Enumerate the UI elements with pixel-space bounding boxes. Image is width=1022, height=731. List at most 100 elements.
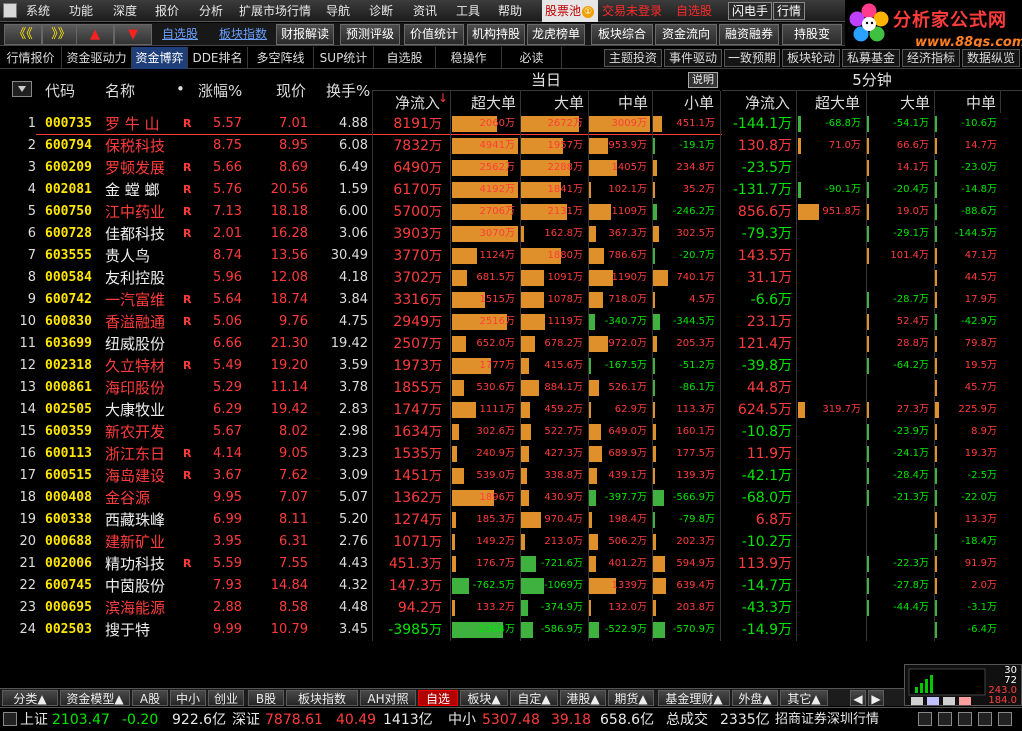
table-row[interactable]: 12 002318 久立特材 R 5.49 19.20 3.59 1973万 -39.8万 177… — [0, 355, 1022, 377]
stock-code[interactable]: 600742 — [45, 289, 92, 311]
subtab[interactable]: DDE排名 — [188, 47, 248, 69]
subtab[interactable]: 稳操作 — [436, 47, 502, 69]
market-tab[interactable]: 基金理财▲ — [658, 690, 730, 706]
subtab[interactable]: 资金驱动力 — [62, 47, 132, 69]
market-tab[interactable]: 自选 — [418, 690, 458, 706]
sz-label[interactable]: 深证 — [232, 710, 260, 730]
stock-name[interactable]: 西藏珠峰 — [105, 509, 165, 531]
market-tab[interactable]: 创业 — [208, 690, 244, 706]
app-icon[interactable] — [3, 3, 17, 18]
status-menu-icon[interactable] — [3, 712, 17, 726]
stock-name[interactable]: 新农开发 — [105, 421, 165, 443]
menu-item[interactable]: 分析 — [199, 0, 223, 22]
menu-item[interactable]: 功能 — [69, 0, 93, 22]
subtab-right[interactable]: 一致预期 — [724, 49, 780, 67]
col-header-5min[interactable]: 超大单 — [794, 92, 864, 113]
market-tab[interactable]: 资金模型▲ — [60, 690, 130, 706]
sme-label[interactable]: 中小 — [448, 710, 476, 730]
toolbar-button[interactable]: 板块综合 — [591, 24, 653, 45]
stock-name[interactable]: 金谷源 — [105, 487, 150, 509]
stock-code[interactable]: 002006 — [45, 553, 92, 575]
stock-name[interactable]: 久立特材 — [105, 355, 165, 377]
menu-item[interactable]: 报价 — [155, 0, 179, 22]
table-row[interactable]: 20 000688 建新矿业 3.95 6.31 2.76 1071万 -10.2万 149.2… — [0, 531, 1022, 553]
stock-code[interactable]: 002503 — [45, 619, 92, 641]
table-row[interactable]: 16 600113 浙江东日 R 4.14 9.05 3.23 1535万 11.9万 240.9… — [0, 443, 1022, 465]
menu-item[interactable]: 帮助 — [498, 0, 522, 22]
table-row[interactable]: 9 600742 一汽富维 R 5.64 18.74 3.84 3316万 -6.6万 1515万… — [0, 289, 1022, 311]
toolbar-button[interactable]: 机构持股 — [467, 24, 525, 45]
subtab[interactable]: SUP统计 — [314, 47, 374, 69]
message-icon[interactable] — [938, 712, 952, 726]
scroll-right-icon[interactable]: ▶ — [868, 690, 884, 706]
stock-code[interactable]: 000695 — [45, 597, 92, 619]
subtab[interactable]: 自选股 — [374, 47, 436, 69]
market-tab[interactable]: AH对照 — [360, 690, 416, 706]
market-tab[interactable]: 分类▲ — [2, 690, 58, 706]
stock-code[interactable]: 000735 — [45, 113, 92, 135]
menu-item[interactable]: 扩展市场行情 — [239, 0, 311, 22]
market-tab[interactable]: 中小 — [170, 690, 206, 706]
explain-button[interactable]: 说明 — [688, 72, 718, 88]
menu-item[interactable]: 系统 — [26, 0, 50, 22]
table-row[interactable]: 7 603555 贵人鸟 8.74 13.56 30.49 3770万 143.5万 1124万… — [0, 245, 1022, 267]
menu-item[interactable]: 诊断 — [369, 0, 393, 22]
subtab-right[interactable]: 事件驱动 — [664, 49, 722, 67]
market-tab[interactable]: B股 — [248, 690, 284, 706]
toolbar-link[interactable]: 自选股 — [162, 23, 198, 46]
stock-code[interactable]: 603699 — [45, 333, 92, 355]
stock-name[interactable]: 保税科技 — [105, 135, 165, 157]
stock-code[interactable]: 600745 — [45, 575, 92, 597]
table-row[interactable]: 2 600794 保税科技 8.75 8.95 6.08 7832万 130.8万 4941万 1… — [0, 135, 1022, 157]
settings-icon[interactable] — [978, 712, 992, 726]
subtab[interactable]: 行情报价 — [0, 47, 62, 69]
toolbar-button[interactable]: 价值统计 — [404, 24, 464, 45]
stock-name[interactable]: 友利控股 — [105, 267, 165, 289]
stock-name[interactable]: 精功科技 — [105, 553, 165, 575]
mail-icon[interactable] — [918, 712, 932, 726]
stock-name[interactable]: 大康牧业 — [105, 399, 165, 421]
quote-button[interactable]: 行情 — [773, 2, 806, 20]
col-header-price[interactable]: 现价 — [276, 80, 306, 101]
sh-label[interactable]: 上证 — [20, 710, 48, 730]
table-row[interactable]: 14 002505 大康牧业 6.29 19.42 2.83 1747万 624.5万 1111… — [0, 399, 1022, 421]
col-header-name[interactable]: 名称 — [105, 80, 135, 101]
stock-code[interactable]: 000688 — [45, 531, 92, 553]
stock-code[interactable]: 600750 — [45, 201, 92, 223]
stock-code[interactable]: 600515 — [45, 465, 92, 487]
market-tab[interactable]: 板块指数 — [286, 690, 358, 706]
stock-name[interactable]: 搜于特 — [105, 619, 150, 641]
market-tab[interactable]: 期货▲ — [608, 690, 654, 706]
table-row[interactable]: 22 600745 中茵股份 7.93 14.84 4.32 147.3万 -14.7万 -76… — [0, 575, 1022, 597]
menu-item[interactable]: 深度 — [113, 0, 137, 22]
stock-code[interactable]: 002081 — [45, 179, 92, 201]
toolbar-button[interactable]: 预测评级 — [340, 24, 400, 45]
col-header-5min[interactable]: 净流入 — [722, 92, 794, 113]
table-row[interactable]: 23 000695 滨海能源 2.88 8.58 4.48 94.2万 -43.3万 133.2… — [0, 597, 1022, 619]
toolbar-button[interactable]: 融资融券 — [719, 24, 779, 45]
table-row[interactable]: 3 600209 罗顿发展 R 5.66 8.69 6.49 6490万 -23.5万 2562万… — [0, 157, 1022, 179]
stock-name[interactable]: 浙江东日 — [105, 443, 165, 465]
stock-code[interactable]: 000584 — [45, 267, 92, 289]
stock-name[interactable]: 海印股份 — [105, 377, 165, 399]
table-row[interactable]: 8 000584 友利控股 5.96 12.08 4.18 3702万 31.1万 681.5万… — [0, 267, 1022, 289]
stock-code[interactable]: 600830 — [45, 311, 92, 333]
self-select-menu[interactable]: 自选股 — [676, 0, 712, 22]
market-tab[interactable]: 港股▲ — [560, 690, 606, 706]
network-status-widget[interactable]: 30 72 243.0 184.0 — [904, 664, 1022, 706]
stock-name[interactable]: 滨海能源 — [105, 597, 165, 619]
col-header-today[interactable]: 大单 — [520, 92, 588, 113]
subtab-right[interactable]: 私募基金 — [842, 49, 900, 67]
stock-code[interactable]: 000408 — [45, 487, 92, 509]
menu-item[interactable]: 导航 — [326, 0, 350, 22]
stock-name[interactable]: 佳都科技 — [105, 223, 165, 245]
col-header-code[interactable]: 代码 — [45, 80, 75, 101]
stock-name[interactable]: 纽威股份 — [105, 333, 165, 355]
alert-icon[interactable] — [958, 712, 972, 726]
col-header-5min[interactable]: 中单 — [934, 92, 1000, 113]
stock-code[interactable]: 002318 — [45, 355, 92, 377]
table-row[interactable]: 1 000735 罗 牛 山 R 5.57 7.01 4.88 8191万 -144.1万 206… — [0, 113, 1022, 135]
stock-name[interactable]: 中茵股份 — [105, 575, 165, 597]
scroll-left-icon[interactable]: ◀ — [850, 690, 866, 706]
table-row[interactable]: 13 000861 海印股份 5.29 11.14 3.78 1855万 44.8万 530.6… — [0, 377, 1022, 399]
